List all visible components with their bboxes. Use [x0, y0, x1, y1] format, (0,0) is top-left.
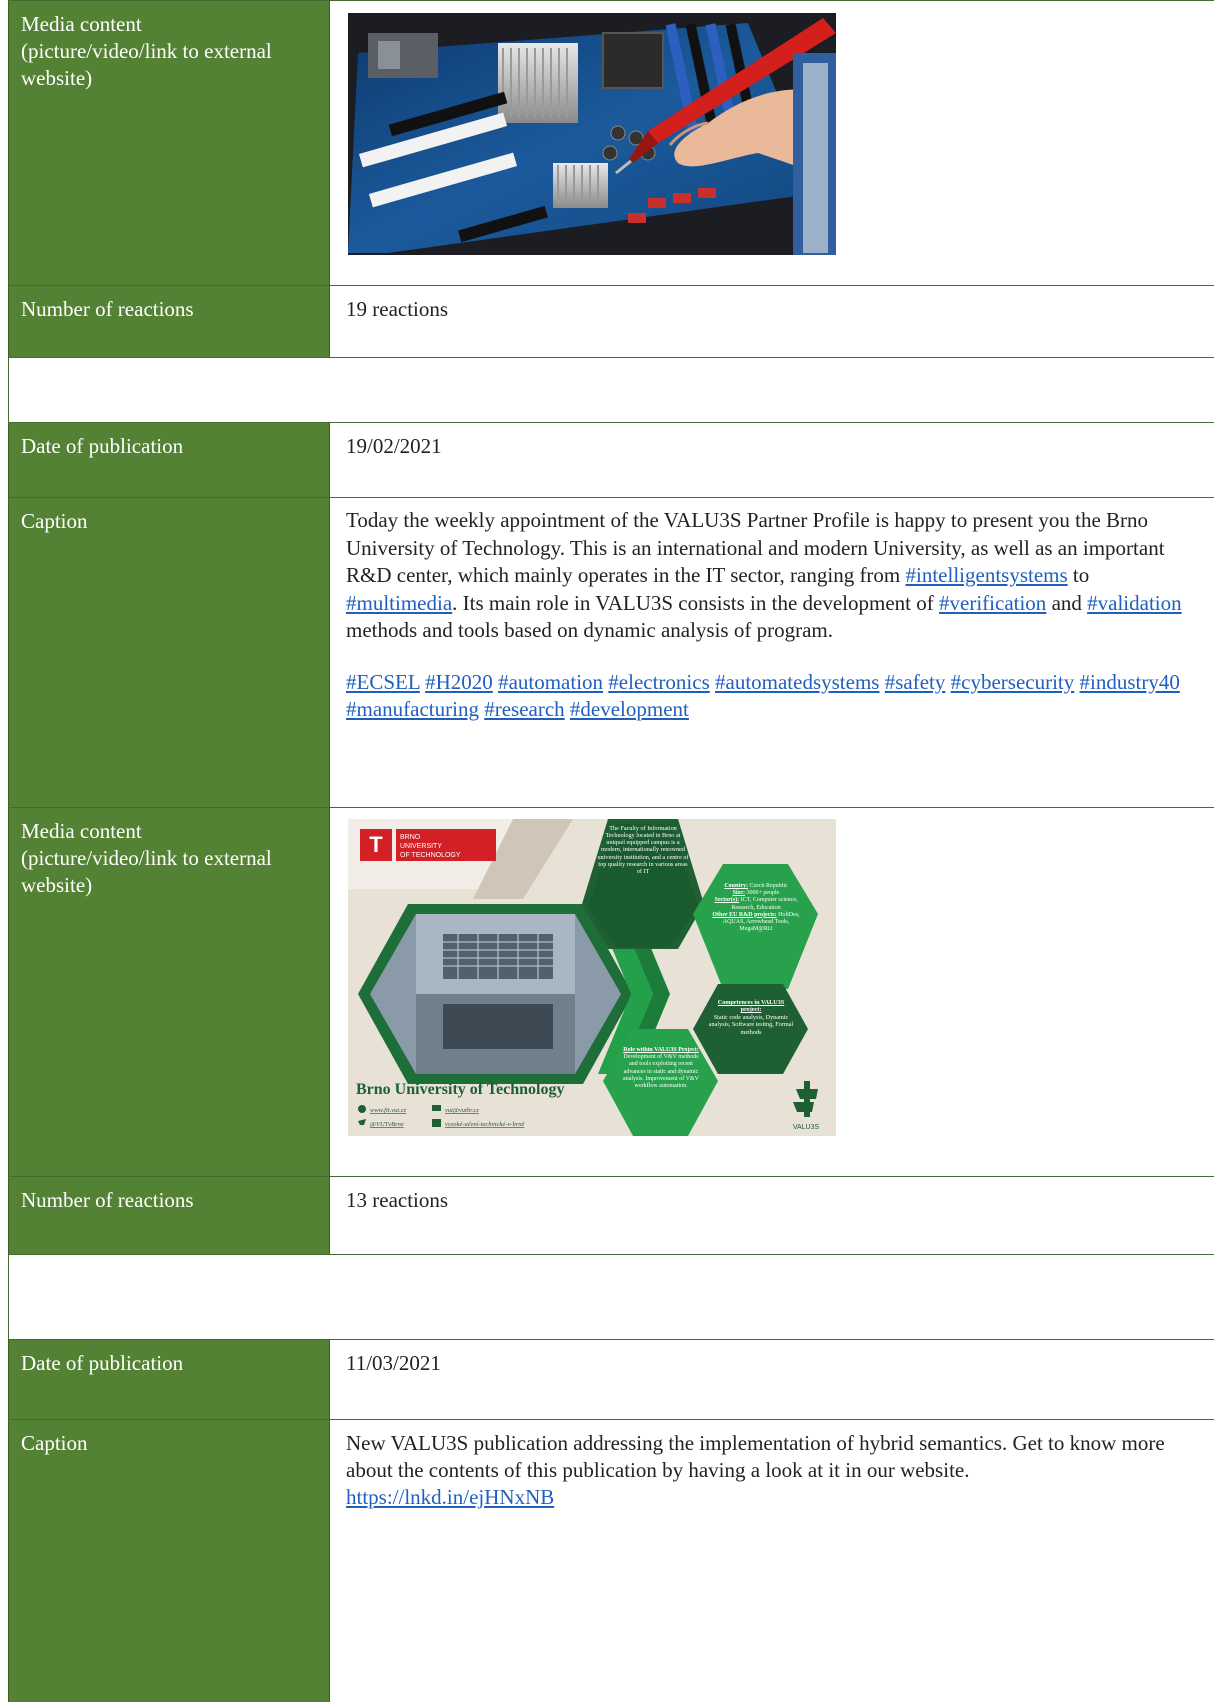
competences-text: Competences in VALU3S project: Static co…	[708, 999, 794, 1036]
reactions-label: Number of reactions	[8, 286, 330, 357]
reactions-value: 13 reactions	[346, 1188, 449, 1212]
caption-row-2: Caption New VALU3S publication addressin…	[8, 1420, 1214, 1702]
brand-line: OF TECHNOLOGY	[400, 852, 461, 859]
reactions-value: 19 reactions	[346, 297, 449, 321]
country-label: Country:	[724, 883, 748, 889]
motherboard-photo[interactable]	[348, 13, 836, 255]
profile-facts: Country: Czech Republic Size: 3000+ peop…	[708, 883, 804, 933]
infographic-graphic: T BRNO UNIVERSITY OF TECHNOLOGY The Facu…	[348, 819, 836, 1136]
hashtag-link[interactable]: #ECSEL	[346, 670, 420, 694]
hashtag-link[interactable]: #validation	[1087, 591, 1181, 615]
projects-label: Other EU R&D projects:	[712, 911, 777, 918]
hashtag-link[interactable]: #cybersecurity	[951, 670, 1075, 694]
twitter-link: @VUTvBrne	[370, 1121, 404, 1128]
country-value: Czech Republic	[749, 883, 788, 889]
date-row-2: Date of publication 11/03/2021	[8, 1340, 1214, 1420]
hashtag-link[interactable]: #electronics	[608, 670, 709, 694]
caption-value: New VALU3S publication addressing the im…	[330, 1420, 1214, 1702]
brno-infographic[interactable]: T BRNO UNIVERSITY OF TECHNOLOGY The Facu…	[348, 819, 836, 1136]
size-label: Size:	[732, 890, 745, 897]
hashtag-link[interactable]: #research	[484, 697, 564, 721]
email-link: vut@vutbr.cz	[445, 1107, 479, 1114]
spacer-row-2	[8, 1255, 1214, 1340]
media-content-label: Media content (picture/video/link to ext…	[8, 808, 330, 1176]
website-link: www.fit.vut.cz	[370, 1107, 407, 1114]
caption-label: Caption	[8, 498, 330, 807]
hashtag-link[interactable]: #multimedia	[346, 591, 452, 615]
reactions-row-2: Number of reactions 13 reactions	[8, 1177, 1214, 1255]
caption-text: methods and tools based on dynamic analy…	[346, 618, 833, 642]
hashtag-list: #ECSEL #H2020 #automation #electronics #…	[346, 669, 1198, 724]
caption-text: and	[1046, 590, 1088, 615]
caption-paragraph: Today the weekly appointment of the VALU…	[346, 507, 1198, 645]
hashtag-link[interactable]: #intelligentsystems	[906, 563, 1068, 587]
valu3s-logo-text: VALU3S	[793, 1124, 820, 1131]
linkedin-link: vysoké-učení-technické-v-brně	[445, 1121, 525, 1128]
date-label: Date of publication	[8, 1340, 330, 1419]
competences-value: Static code analysis, Dynamic analysis, …	[708, 1013, 794, 1036]
sectors-value: ICT, Computer science, Research, Educati…	[731, 897, 798, 911]
caption-paragraph: New VALU3S publication addressing the im…	[346, 1431, 1165, 1482]
caption-text: to	[1067, 563, 1090, 587]
hashtag-link[interactable]: #development	[570, 697, 689, 721]
faculty-text: The Faculty of Information Technology lo…	[597, 825, 689, 875]
date-value: 19/02/2021	[346, 434, 442, 458]
reactions-row-1: Number of reactions 19 reactions	[8, 286, 1214, 358]
mail-icon	[432, 1105, 441, 1111]
hashtag-link[interactable]: #verification	[939, 591, 1046, 615]
date-value: 11/03/2021	[346, 1351, 441, 1375]
linkedin-icon	[432, 1119, 441, 1127]
date-row-1: Date of publication 19/02/2021	[8, 423, 1214, 498]
caption-label: Caption	[8, 1420, 330, 1702]
spacer-row-1	[8, 358, 1214, 423]
globe-icon	[358, 1105, 366, 1113]
role-text: Role within VALU3S Project: Development …	[620, 1047, 702, 1090]
svg-text:T: T	[369, 832, 383, 857]
hashtag-link[interactable]: #H2020	[425, 670, 493, 694]
role-value: Development of V&V methods and tools exp…	[623, 1054, 699, 1089]
size-value: 3000+ people	[746, 890, 780, 897]
university-name: Brno University of Technology	[356, 1081, 564, 1098]
hashtag-link[interactable]: #industry40	[1080, 670, 1180, 694]
brand-line: BRNO	[400, 834, 421, 841]
reactions-label: Number of reactions	[8, 1177, 330, 1254]
publication-table: Media content (picture/video/link to ext…	[8, 0, 1214, 1702]
media-content-value: T BRNO UNIVERSITY OF TECHNOLOGY The Facu…	[330, 808, 1214, 1176]
hashtag-link[interactable]: #automation	[498, 670, 603, 694]
competences-label: Competences in VALU3S project:	[717, 999, 785, 1014]
publication-link[interactable]: https://lnkd.in/ejHNxNB	[346, 1485, 554, 1509]
motherboard-photo-graphic	[348, 13, 836, 255]
media-content-label: Media content (picture/video/link to ext…	[8, 1, 330, 285]
caption-row-1: Caption Today the weekly appointment of …	[8, 498, 1214, 808]
hashtag-link[interactable]: #manufacturing	[346, 697, 479, 721]
media-content-row-2: Media content (picture/video/link to ext…	[8, 808, 1214, 1177]
sectors-label: Sector(s):	[714, 897, 740, 904]
brand-line: UNIVERSITY	[400, 843, 442, 850]
caption-text: . Its main role in VALU3S consists in th…	[452, 590, 940, 615]
date-label: Date of publication	[8, 423, 330, 497]
media-content-row-1: Media content (picture/video/link to ext…	[8, 0, 1214, 286]
hashtag-link[interactable]: #automatedsystems	[715, 670, 879, 694]
hashtag-link[interactable]: #safety	[885, 670, 946, 694]
caption-value: Today the weekly appointment of the VALU…	[330, 498, 1214, 807]
media-content-value	[330, 1, 1214, 285]
